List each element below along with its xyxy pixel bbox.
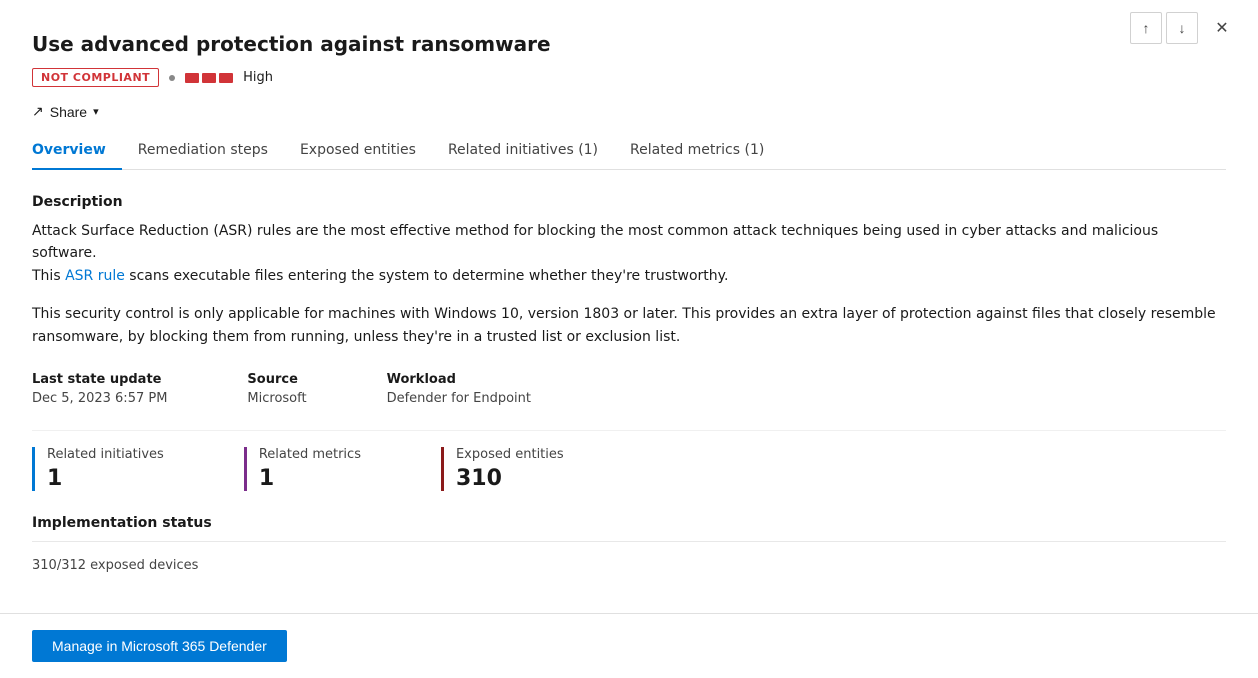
stats-row: Related initiatives 1 Related metrics 1 … xyxy=(32,430,1226,491)
stat-related-initiatives: Related initiatives 1 xyxy=(32,447,212,491)
dot-separator xyxy=(169,75,175,81)
manage-button[interactable]: Manage in Microsoft 365 Defender xyxy=(32,630,287,662)
down-arrow-icon: ↓ xyxy=(1179,20,1186,36)
status-row: NOT COMPLIANT High xyxy=(32,68,1226,87)
description-heading: Description xyxy=(32,194,1226,210)
description-paragraph-2: This security control is only applicable… xyxy=(32,303,1226,348)
tab-related-metrics[interactable]: Related metrics (1) xyxy=(614,132,780,170)
stat-related-metrics: Related metrics 1 xyxy=(244,447,409,491)
close-button[interactable]: ✕ xyxy=(1206,12,1238,44)
severity-bar-1 xyxy=(185,73,199,83)
up-arrow-icon: ↑ xyxy=(1143,20,1150,36)
stat-exposed-label: Exposed entities xyxy=(456,447,564,462)
workload-value: Defender for Endpoint xyxy=(387,391,531,406)
source-label: Source xyxy=(247,372,306,387)
close-icon: ✕ xyxy=(1215,18,1228,38)
meta-source: Source Microsoft xyxy=(247,372,306,406)
tab-exposed-entities[interactable]: Exposed entities xyxy=(284,132,432,170)
stat-initiatives-value: 1 xyxy=(47,466,164,491)
description-paragraph-1: Attack Surface Reduction (ASR) rules are… xyxy=(32,220,1226,287)
nav-down-button[interactable]: ↓ xyxy=(1166,12,1198,44)
workload-label: Workload xyxy=(387,372,531,387)
tab-remediation[interactable]: Remediation steps xyxy=(122,132,284,170)
severity-label: High xyxy=(243,70,273,85)
last-state-label: Last state update xyxy=(32,372,167,387)
meta-workload: Workload Defender for Endpoint xyxy=(387,372,531,406)
status-badge: NOT COMPLIANT xyxy=(32,68,159,87)
asr-rule-link[interactable]: ASR rule xyxy=(65,268,125,284)
severity-bar-2 xyxy=(202,73,216,83)
overview-content: Description Attack Surface Reduction (AS… xyxy=(32,194,1226,573)
stat-exposed-value: 310 xyxy=(456,466,564,491)
page-title: Use advanced protection against ransomwa… xyxy=(32,32,1226,56)
meta-last-state: Last state update Dec 5, 2023 6:57 PM xyxy=(32,372,167,406)
share-button[interactable]: ↗ Share ▾ xyxy=(32,99,99,124)
chevron-down-icon: ▾ xyxy=(93,105,99,118)
impl-divider xyxy=(32,541,1226,542)
implementation-status-heading: Implementation status xyxy=(32,515,1226,531)
tab-related-initiatives[interactable]: Related initiatives (1) xyxy=(432,132,614,170)
bottom-action-bar: Manage in Microsoft 365 Defender xyxy=(0,613,1258,678)
stat-initiatives-label: Related initiatives xyxy=(47,447,164,462)
detail-panel: ↑ ↓ ✕ Use advanced protection against ra… xyxy=(0,0,1258,613)
share-icon: ↗ xyxy=(32,103,44,120)
stat-metrics-value: 1 xyxy=(259,466,361,491)
tabs-container: Overview Remediation steps Exposed entit… xyxy=(32,132,1226,170)
severity-bar-3 xyxy=(219,73,233,83)
stat-metrics-label: Related metrics xyxy=(259,447,361,462)
nav-up-button[interactable]: ↑ xyxy=(1130,12,1162,44)
last-state-value: Dec 5, 2023 6:57 PM xyxy=(32,391,167,406)
stat-exposed-entities: Exposed entities 310 xyxy=(441,447,612,491)
top-controls: ↑ ↓ ✕ xyxy=(1130,12,1238,44)
implementation-status-section: Implementation status 310/312 exposed de… xyxy=(32,515,1226,573)
metadata-grid: Last state update Dec 5, 2023 6:57 PM So… xyxy=(32,372,1226,406)
tab-overview[interactable]: Overview xyxy=(32,132,122,170)
source-value: Microsoft xyxy=(247,391,306,406)
implementation-status-value: 310/312 exposed devices xyxy=(32,558,1226,573)
share-label: Share xyxy=(50,104,87,120)
severity-bars xyxy=(185,73,233,83)
